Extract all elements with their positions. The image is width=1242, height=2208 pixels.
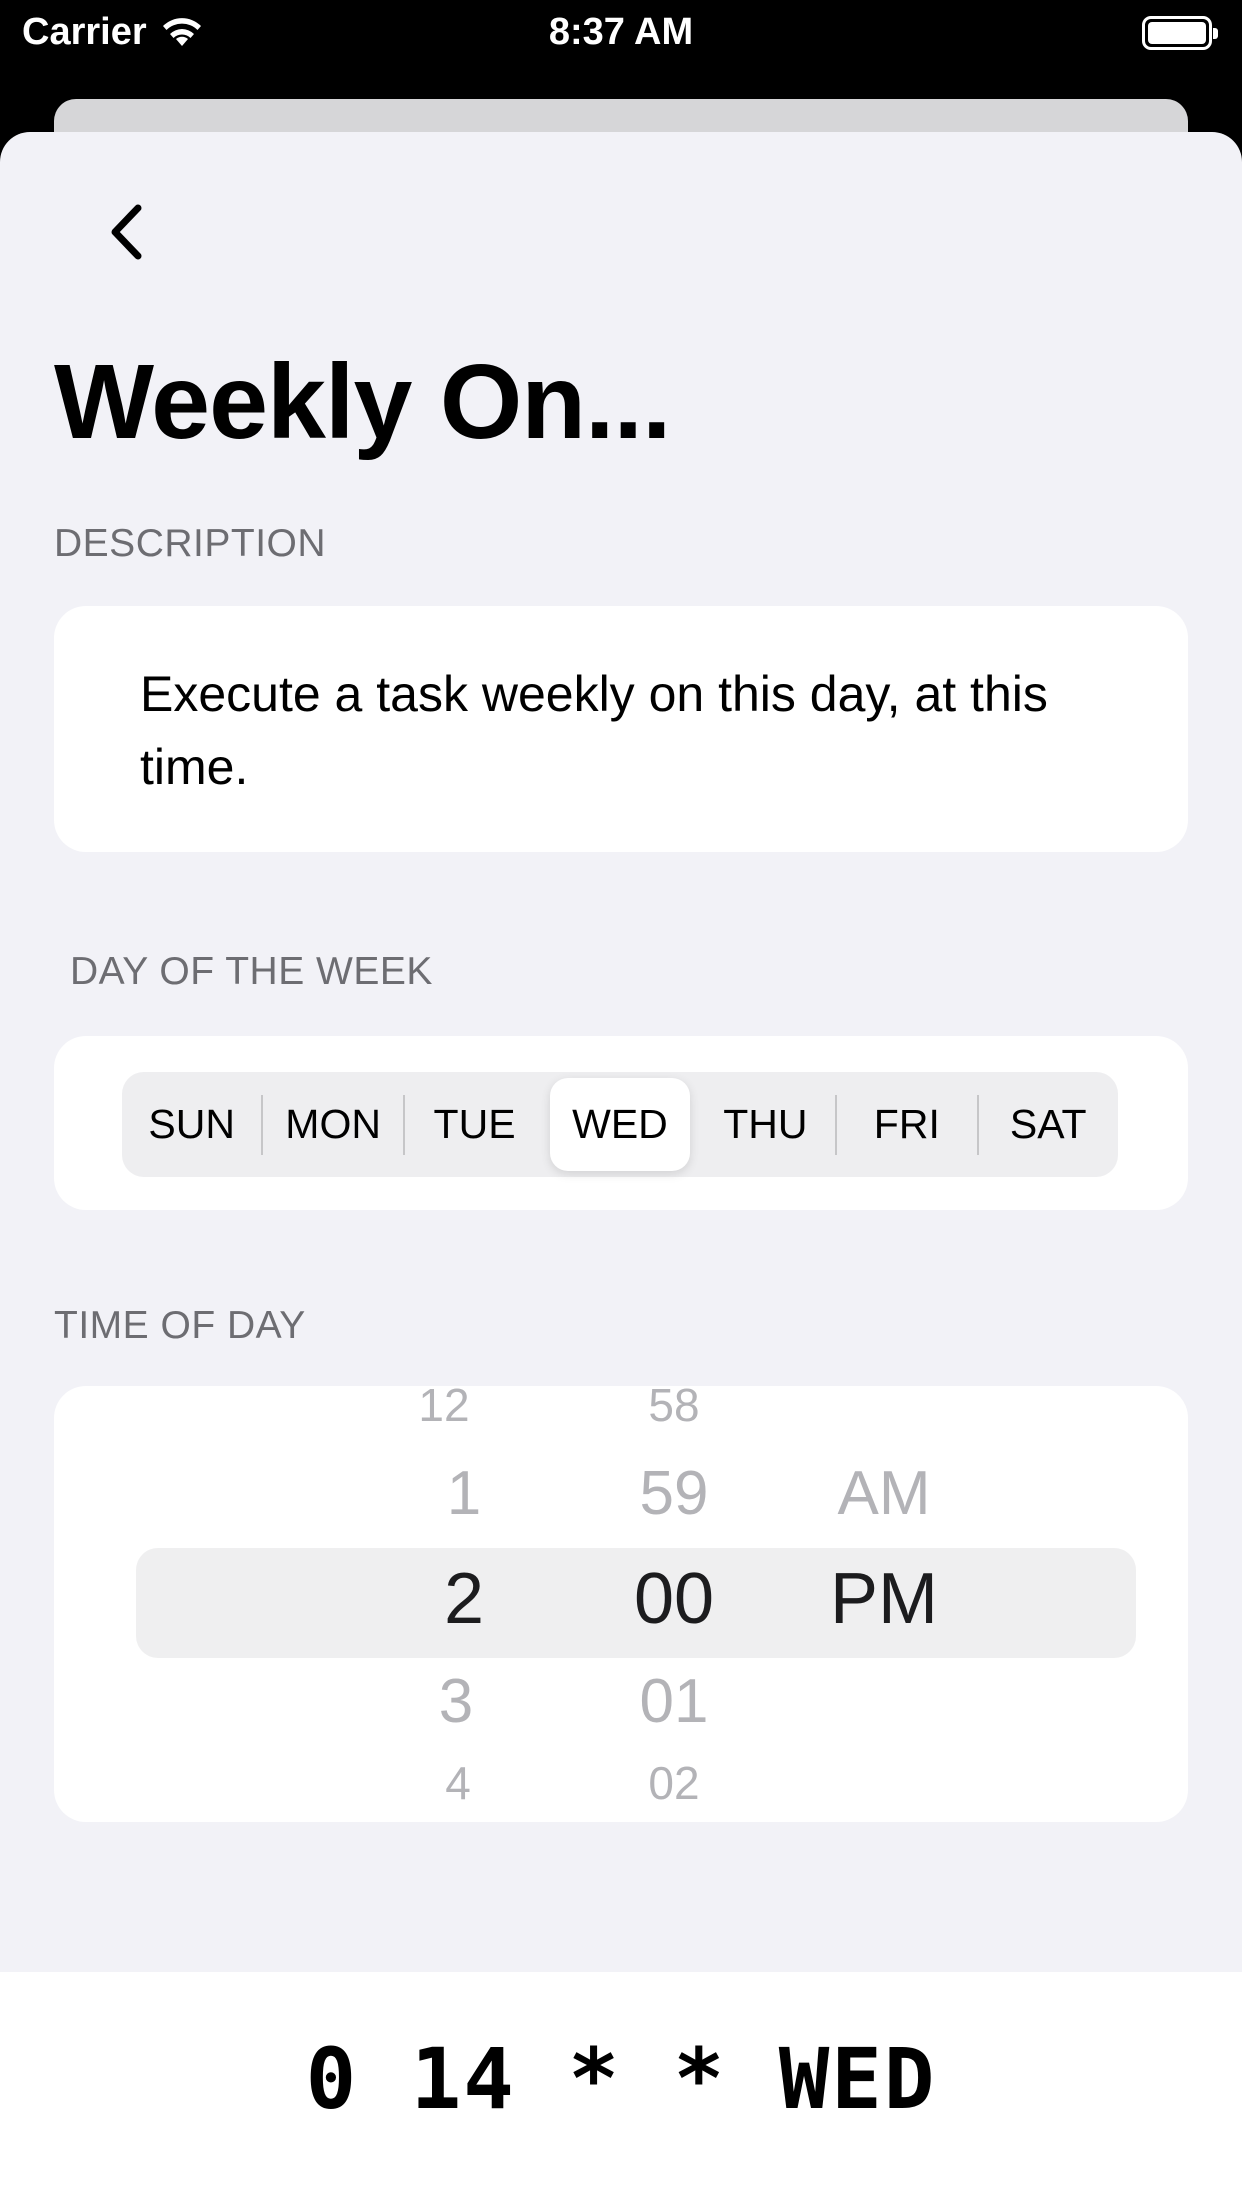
cron-expression: 0 14 * * WED	[305, 2030, 937, 2128]
segment-sun[interactable]: SUN	[122, 1078, 261, 1171]
time-of-day-section-label: TIME OF DAY	[54, 1304, 306, 1347]
segment-mon[interactable]: MON	[263, 1078, 402, 1171]
status-time: 8:37 AM	[548, 11, 694, 53]
description-text: Execute a task weekly on this day, at th…	[140, 666, 1048, 795]
day-of-week-section-label: DAY OF THE WEEK	[70, 950, 433, 993]
chevron-left-icon	[111, 204, 142, 260]
minute-wheel-item[interactable]: 01	[584, 1666, 764, 1737]
period-wheel-item[interactable]: AM	[774, 1458, 994, 1529]
segment-fri[interactable]: FRI	[837, 1078, 976, 1171]
segment-thu[interactable]: THU	[696, 1078, 835, 1171]
back-button[interactable]	[96, 192, 156, 272]
hour-wheel-item[interactable]: 3	[366, 1666, 546, 1737]
modal-sheet: Weekly On... DESCRIPTION Execute a task …	[0, 132, 1242, 1972]
minute-wheel-selected[interactable]: 00	[584, 1558, 764, 1640]
day-segmented-control: SUN MON TUE WED THU FRI SAT	[122, 1072, 1118, 1177]
hour-wheel-selected[interactable]: 2	[374, 1558, 554, 1640]
segment-sat[interactable]: SAT	[979, 1078, 1118, 1171]
battery-nub	[1213, 28, 1218, 39]
minute-wheel-item[interactable]: 58	[584, 1386, 764, 1432]
segment-wed[interactable]: WED	[550, 1078, 690, 1171]
hour-wheel-item[interactable]: 1	[374, 1458, 554, 1529]
minute-wheel-item[interactable]: 02	[584, 1756, 764, 1810]
cron-expression-bar: 0 14 * * WED	[0, 1972, 1242, 2208]
description-card: Execute a task weekly on this day, at th…	[54, 606, 1188, 852]
day-of-week-card: SUN MON TUE WED THU FRI SAT	[54, 1036, 1188, 1210]
time-picker-card: 12 1 2 3 4 58 59 00 01 02 AM PM	[54, 1386, 1188, 1822]
minute-wheel-item[interactable]: 59	[584, 1458, 764, 1529]
hour-wheel-item[interactable]: 12	[354, 1386, 534, 1432]
status-bar: Carrier 8:37 AM	[0, 0, 1242, 70]
description-section-label: DESCRIPTION	[54, 522, 327, 565]
hour-wheel-item[interactable]: 4	[368, 1756, 548, 1810]
segment-tue[interactable]: TUE	[405, 1078, 544, 1171]
page-title: Weekly On...	[54, 343, 671, 461]
battery-fill	[1148, 22, 1206, 44]
battery-icon	[1142, 16, 1218, 50]
period-wheel-selected[interactable]: PM	[774, 1558, 994, 1640]
